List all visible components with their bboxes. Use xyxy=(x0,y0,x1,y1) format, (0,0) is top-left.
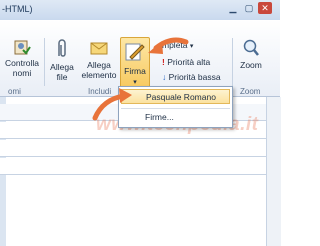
signature-dropdown: Pasquale Romano Firme... xyxy=(118,86,233,128)
header-field-row[interactable] xyxy=(0,140,280,157)
follow-up-label: mpleta xyxy=(162,40,188,50)
signature-pen-icon xyxy=(125,43,145,61)
high-priority-label: Priorità alta xyxy=(167,57,211,67)
dropdown-item-signature[interactable]: Pasquale Romano xyxy=(121,89,230,104)
down-arrow-icon: ↓ xyxy=(162,72,167,82)
group-separator xyxy=(44,38,45,86)
check-names-label: Controlla nomi xyxy=(4,58,40,78)
high-priority-button[interactable]: ! Priorità alta xyxy=(162,57,210,67)
paperclip-icon xyxy=(58,39,66,57)
attach-file-label: Allega file xyxy=(50,62,74,82)
follow-up-button[interactable]: mpleta ▾ xyxy=(162,40,193,50)
window-title: -HTML) xyxy=(2,4,33,14)
low-priority-label: Priorità bassa xyxy=(168,72,221,82)
check-names-button[interactable]: Controlla nomi xyxy=(2,38,42,78)
attach-item-button[interactable]: Allega elemento xyxy=(80,38,118,80)
exclamation-icon: ! xyxy=(162,57,165,67)
scrollbar[interactable] xyxy=(266,97,281,246)
attach-file-button[interactable]: Allega file xyxy=(48,38,76,82)
dropdown-item-signatures[interactable]: Firme... xyxy=(121,110,230,125)
zoom-label: Zoom xyxy=(240,60,262,70)
magnifier-icon xyxy=(243,39,259,56)
minimize-icon[interactable]: ▁ xyxy=(226,2,240,14)
zoom-button[interactable]: Zoom xyxy=(236,38,266,70)
signature-label: Firma xyxy=(124,66,146,76)
dropdown-separator xyxy=(121,108,230,109)
chevron-down-icon: ▾ xyxy=(133,79,137,86)
address-book-icon xyxy=(14,40,31,55)
group-label-zoom: Zoom xyxy=(240,87,261,96)
close-icon[interactable]: ✕ xyxy=(258,2,272,14)
low-priority-button[interactable]: ↓ Priorità bassa xyxy=(162,72,221,82)
envelope-icon xyxy=(90,42,108,55)
header-field-row[interactable] xyxy=(0,158,280,175)
group-label-includi: Includi xyxy=(88,87,112,96)
group-label-nomi: omi xyxy=(8,87,21,96)
group-separator xyxy=(232,38,233,86)
attach-item-label: Allega elemento xyxy=(81,60,117,80)
chevron-down-icon: ▾ xyxy=(189,43,194,50)
signature-button[interactable]: Firma ▾ xyxy=(120,37,150,93)
maximize-icon[interactable]: ▢ xyxy=(242,2,256,14)
title-bar: -HTML) ▁ ▢ ✕ xyxy=(0,0,280,20)
